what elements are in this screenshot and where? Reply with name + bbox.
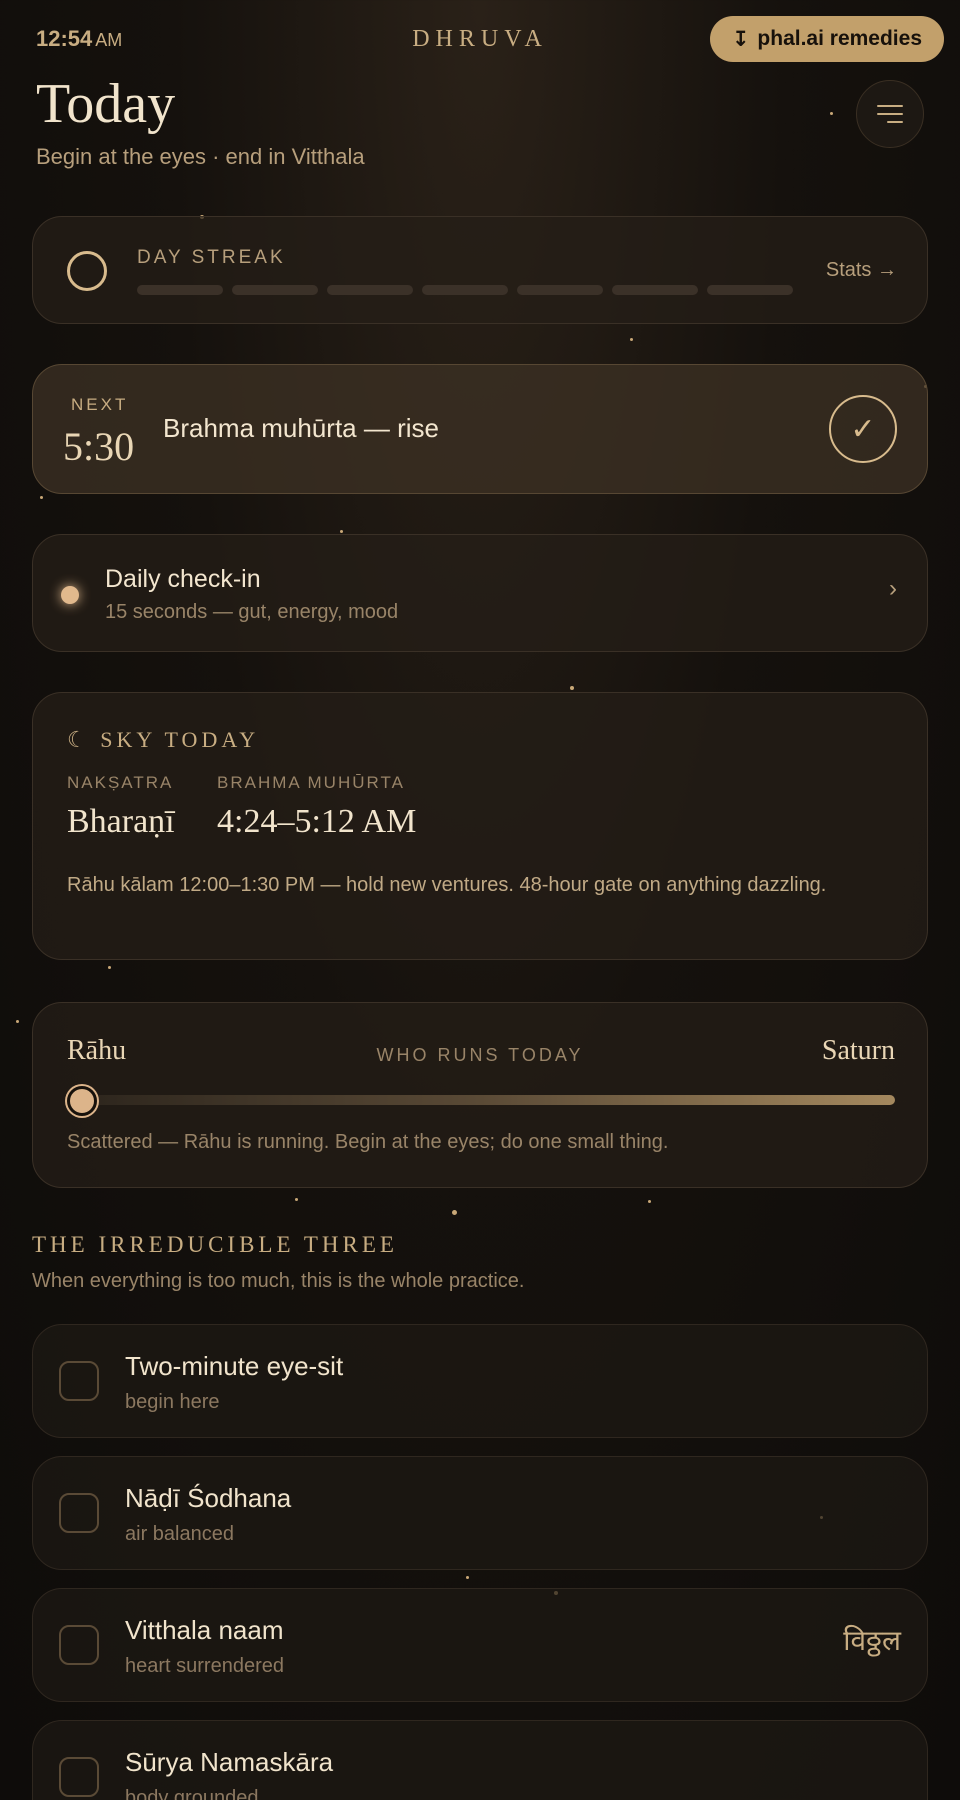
streak-segment <box>707 285 793 295</box>
practice-item[interactable]: Vitthala naam heart surrendered विठ्ठल <box>32 1588 928 1702</box>
streak-segment <box>232 285 318 295</box>
remedy-button-label: phal.ai remedies <box>757 27 922 50</box>
stats-link[interactable]: Stats → <box>826 259 897 282</box>
download-icon: ↧ <box>731 27 750 51</box>
phal-remedies-button[interactable]: ↧ phal.ai remedies <box>709 16 944 62</box>
star-decoration <box>630 338 633 341</box>
runs-right-planet: Saturn <box>821 1035 895 1066</box>
star-decoration <box>648 1200 651 1203</box>
page-title: Today <box>36 73 176 135</box>
practice-checkbox[interactable] <box>59 1493 99 1533</box>
irreducible-heading: THE IRREDUCIBLE THREE <box>32 1232 398 1257</box>
practice-item[interactable]: Two-minute eye-sit begin here <box>32 1324 928 1438</box>
streak-segment <box>517 285 603 295</box>
practice-title: Sūrya Namaskāra <box>125 1747 334 1777</box>
practice-checkbox[interactable] <box>59 1757 99 1797</box>
next-ritual-card[interactable]: NEXT 5:30 Brahma muhūrta — rise ✓ <box>32 364 928 494</box>
practice-subtitle: air balanced <box>125 1523 234 1545</box>
next-time: 5:30 <box>63 424 135 469</box>
brahma-muhurta-label: BRAHMA MUHŪRTA <box>217 773 405 792</box>
naksatra-value: Bharaṇī <box>67 803 175 840</box>
menu-icon <box>877 105 903 107</box>
star-decoration <box>40 496 43 499</box>
practice-devanagari: विठ्ठल <box>843 1626 901 1657</box>
star-decoration <box>340 530 343 533</box>
sky-note: Rāhu kālam 12:00–1:30 PM — hold new vent… <box>67 874 827 896</box>
menu-button[interactable] <box>856 80 924 148</box>
chevron-right-icon: › <box>889 575 897 602</box>
star-decoration <box>466 1576 469 1579</box>
checkin-subtitle: 15 seconds — gut, energy, mood <box>105 601 399 623</box>
star-decoration <box>108 966 111 969</box>
sky-today-card: ☾ SKY TODAY NAKṢATRA BRAHMA MUHŪRTA Bhar… <box>32 692 928 960</box>
streak-segment <box>422 285 508 295</box>
runs-note: Scattered — Rāhu is running. Begin at th… <box>67 1131 669 1153</box>
menu-icon <box>877 113 903 115</box>
next-label: NEXT <box>71 395 129 414</box>
practice-checkbox[interactable] <box>59 1361 99 1401</box>
daily-checkin-card[interactable]: Daily check-in 15 seconds — gut, energy,… <box>32 534 928 652</box>
practice-title: Two-minute eye-sit <box>125 1351 344 1381</box>
practice-subtitle: begin here <box>125 1391 220 1413</box>
streak-segment <box>137 285 223 295</box>
star-decoration <box>452 1210 457 1215</box>
checkmark-icon: ✓ <box>850 412 876 446</box>
star-decoration <box>570 686 574 690</box>
practice-subtitle: body grounded <box>125 1787 259 1800</box>
star-decoration <box>16 1020 19 1023</box>
streak-segment <box>612 285 698 295</box>
next-ritual-text: Brahma muhūrta — rise <box>163 413 439 443</box>
naksatra-label: NAKṢATRA <box>67 773 174 792</box>
streak-ring-icon <box>67 251 107 291</box>
page-subtitle: Begin at the eyes · end in Vitthala <box>36 144 365 169</box>
star-decoration <box>830 112 833 115</box>
runs-label: WHO RUNS TODAY <box>376 1045 584 1065</box>
who-runs-today-card: Rāhu WHO RUNS TODAY Saturn Scattered — R… <box>32 1002 928 1188</box>
menu-icon <box>887 121 903 123</box>
day-streak-card[interactable]: DAY STREAK Stats → <box>32 216 928 324</box>
status-dot-icon <box>61 586 79 604</box>
irreducible-subtitle: When everything is too much, this is the… <box>32 1270 525 1292</box>
streak-label: DAY STREAK <box>137 247 286 268</box>
practice-item[interactable]: Sūrya Namaskāra body grounded <box>32 1720 928 1800</box>
checkin-title: Daily check-in <box>105 565 261 593</box>
practice-title: Vitthala naam <box>125 1615 284 1645</box>
practice-checkbox[interactable] <box>59 1625 99 1665</box>
practice-item[interactable]: Nāḍī Śodhana air balanced <box>32 1456 928 1570</box>
practice-title: Nāḍī Śodhana <box>125 1483 292 1513</box>
streak-segment <box>327 285 413 295</box>
runs-slider-thumb[interactable] <box>67 1086 97 1116</box>
complete-check-button[interactable]: ✓ <box>829 395 897 463</box>
star-decoration <box>295 1198 298 1201</box>
runs-slider-track[interactable] <box>67 1086 895 1116</box>
sky-heading: ☾ SKY TODAY <box>67 727 260 752</box>
practice-subtitle: heart surrendered <box>125 1655 284 1677</box>
brahma-muhurta-value: 4:24–5:12 AM <box>217 803 417 840</box>
